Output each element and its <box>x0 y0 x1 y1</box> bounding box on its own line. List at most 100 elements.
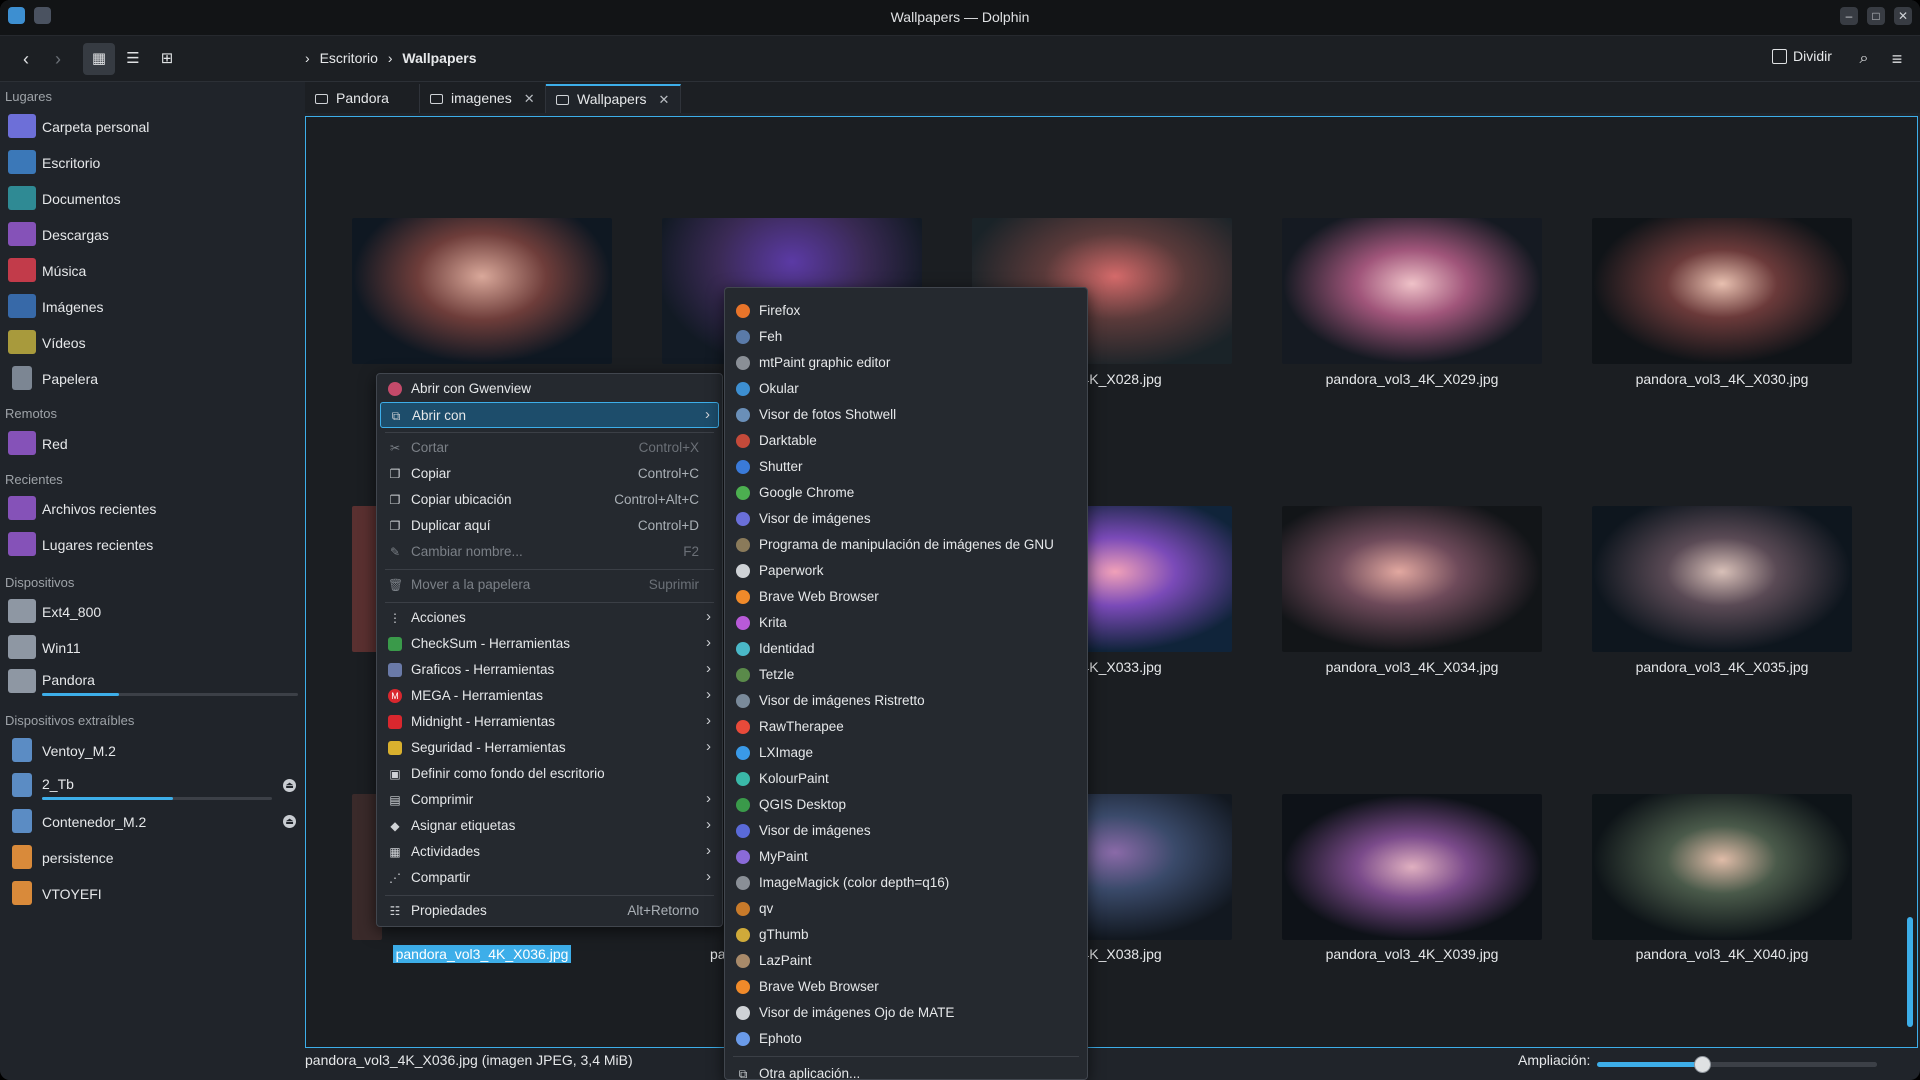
open-with-app-item[interactable]: Visor de imágenes Ojo de MATE <box>728 1000 1084 1026</box>
menu-duplicate[interactable]: ❐ Duplicar aquí Control+D <box>380 513 719 539</box>
open-with-app-item[interactable]: Programa de manipulación de imágenes de … <box>728 532 1084 558</box>
device-vtoyefi[interactable]: VTOYEFI <box>6 879 298 909</box>
close-tab-icon[interactable]: ✕ <box>659 86 670 113</box>
file-name-selected[interactable]: pandora_vol3_4K_X036.jpg <box>332 945 632 963</box>
open-with-app-item[interactable]: Shutter <box>728 454 1084 480</box>
file-thumbnail[interactable] <box>1282 506 1542 652</box>
menu-cut[interactable]: ✂ Cortar Control+X <box>380 435 719 461</box>
open-with-app-item[interactable]: Visor de fotos Shotwell <box>728 402 1084 428</box>
device-ext4-800[interactable]: Ext4_800 <box>6 597 298 627</box>
place-lugares-recientes[interactable]: Lugares recientes <box>6 530 298 560</box>
open-with-app-item[interactable]: KolourPaint <box>728 766 1084 792</box>
open-with-app-item[interactable]: Visor de imágenes <box>728 818 1084 844</box>
menu-rename[interactable]: ✎ Cambiar nombre... F2 <box>380 539 719 565</box>
place-videos[interactable]: Vídeos <box>6 328 298 358</box>
menu-graficos[interactable]: Graficos - Herramientas › <box>380 657 719 683</box>
open-with-app-item[interactable]: MyPaint <box>728 844 1084 870</box>
menu-open-gwenview[interactable]: Abrir con Gwenview <box>380 376 719 402</box>
open-with-app-item[interactable]: Identidad <box>728 636 1084 662</box>
maximize-button[interactable]: □ <box>1867 7 1885 25</box>
file-thumbnail[interactable] <box>1282 794 1542 940</box>
breadcrumb-escritorio[interactable]: Escritorio <box>320 50 378 66</box>
menu-midnight[interactable]: Midnight - Herramientas › <box>380 709 719 735</box>
open-with-app-item[interactable]: Tetzle <box>728 662 1084 688</box>
open-with-app-item[interactable]: Firefox <box>728 298 1084 324</box>
place-papelera[interactable]: Papelera <box>6 364 298 394</box>
file-name[interactable]: pandora_vol3_4K_X030.jpg <box>1572 371 1872 387</box>
open-with-app-item[interactable]: Brave Web Browser <box>728 584 1084 610</box>
search-button[interactable]: ⌕ <box>1848 43 1880 75</box>
tab-wallpapers[interactable]: Wallpapers ✕ <box>546 84 681 113</box>
menu-mega[interactable]: M MEGA - Herramientas › <box>380 683 719 709</box>
open-with-app-item[interactable]: Paperwork <box>728 558 1084 584</box>
zoom-slider-handle[interactable] <box>1694 1056 1711 1073</box>
open-with-app-item[interactable]: Ephoto <box>728 1026 1084 1052</box>
breadcrumb-wallpapers[interactable]: Wallpapers <box>402 50 476 66</box>
forward-button[interactable]: › <box>42 43 74 75</box>
menu-share[interactable]: ⋰ Compartir › <box>380 865 719 891</box>
compact-view-button[interactable]: ☰ <box>117 43 149 75</box>
menu-set-wallpaper[interactable]: ▣ Definir como fondo del escritorio <box>380 761 719 787</box>
open-with-app-item[interactable]: LazPaint <box>728 948 1084 974</box>
menu-copy-location[interactable]: ❐ Copiar ubicación Control+Alt+C <box>380 487 719 513</box>
open-with-app-item[interactable]: Feh <box>728 324 1084 350</box>
file-thumbnail[interactable] <box>352 218 612 364</box>
tab-imagenes[interactable]: imagenes ✕ <box>420 84 546 113</box>
device-contenedor-m2[interactable]: Contenedor_M.2 ⏏ <box>6 807 298 837</box>
minimize-button[interactable]: – <box>1840 7 1858 25</box>
place-red[interactable]: Red <box>6 429 298 459</box>
file-thumbnail[interactable] <box>1592 506 1852 652</box>
file-thumbnail[interactable] <box>1282 218 1542 364</box>
device-2tb[interactable]: 2_Tb ⏏ <box>6 771 298 801</box>
file-thumbnail[interactable] <box>1592 218 1852 364</box>
open-with-app-item[interactable]: Visor de imágenes <box>728 506 1084 532</box>
menu-compress[interactable]: ▤ Comprimir › <box>380 787 719 813</box>
menu-seguridad[interactable]: Seguridad - Herramientas › <box>380 735 719 761</box>
details-view-button[interactable]: ⊞ <box>151 43 183 75</box>
open-with-app-item[interactable]: QGIS Desktop <box>728 792 1084 818</box>
file-name[interactable]: pandora_vol3_4K_X029.jpg <box>1262 371 1562 387</box>
hamburger-menu-button[interactable]: ≡ <box>1881 43 1913 75</box>
open-with-app-item[interactable]: Google Chrome <box>728 480 1084 506</box>
close-button[interactable]: ✕ <box>1894 7 1912 25</box>
vertical-scrollbar[interactable] <box>1907 917 1913 1027</box>
open-with-app-item[interactable]: Visor de imágenes Ristretto <box>728 688 1084 714</box>
place-descargas[interactable]: Descargas <box>6 220 298 250</box>
open-with-app-item[interactable]: LXImage <box>728 740 1084 766</box>
file-name[interactable]: pandora_vol3_4K_X035.jpg <box>1572 659 1872 675</box>
menu-actions[interactable]: ⋮ Acciones › <box>380 605 719 631</box>
file-name[interactable]: pandora_vol3_4K_X039.jpg <box>1262 946 1562 962</box>
eject-icon[interactable]: ⏏ <box>283 779 296 792</box>
open-with-app-item[interactable]: gThumb <box>728 922 1084 948</box>
open-with-other-app[interactable]: ⧉ Otra aplicación... <box>728 1061 1084 1080</box>
open-with-app-item[interactable]: Brave Web Browser <box>728 974 1084 1000</box>
split-button[interactable]: Dividir <box>1772 48 1832 64</box>
back-button[interactable]: ‹ <box>10 43 42 75</box>
file-thumbnail[interactable] <box>1592 794 1852 940</box>
tab-pandora[interactable]: Pandora✕ <box>305 84 420 135</box>
menu-open-with[interactable]: ⧉ Abrir con › <box>380 402 719 428</box>
device-persistence[interactable]: persistence <box>6 843 298 873</box>
open-with-app-item[interactable]: Darktable <box>728 428 1084 454</box>
place-musica[interactable]: Música <box>6 256 298 286</box>
device-ventoy-m2[interactable]: Ventoy_M.2 <box>6 736 298 766</box>
eject-icon[interactable]: ⏏ <box>283 815 296 828</box>
open-with-app-item[interactable]: mtPaint graphic editor <box>728 350 1084 376</box>
icons-view-button[interactable]: ▦ <box>83 43 115 75</box>
open-with-app-item[interactable]: Krita <box>728 610 1084 636</box>
device-pandora[interactable]: Pandora <box>6 667 298 697</box>
open-with-app-item[interactable]: qv <box>728 896 1084 922</box>
open-with-app-item[interactable]: ImageMagick (color depth=q16) <box>728 870 1084 896</box>
menu-copy[interactable]: ❐ Copiar Control+C <box>380 461 719 487</box>
file-name[interactable]: pandora_vol3_4K_X034.jpg <box>1262 659 1562 675</box>
place-documentos[interactable]: Documentos <box>6 184 298 214</box>
place-carpeta-personal[interactable]: Carpeta personal <box>6 112 298 142</box>
menu-checksum[interactable]: CheckSum - Herramientas › <box>380 631 719 657</box>
open-with-app-item[interactable]: Okular <box>728 376 1084 402</box>
device-win11[interactable]: Win11 <box>6 633 298 663</box>
file-name[interactable]: pandora_vol3_4K_X040.jpg <box>1572 946 1872 962</box>
place-archivos-recientes[interactable]: Archivos recientes <box>6 494 298 524</box>
place-escritorio[interactable]: Escritorio <box>6 148 298 178</box>
menu-move-to-trash[interactable]: 🗑 Mover a la papelera Suprimir <box>380 572 719 598</box>
open-with-app-item[interactable]: RawTherapee <box>728 714 1084 740</box>
